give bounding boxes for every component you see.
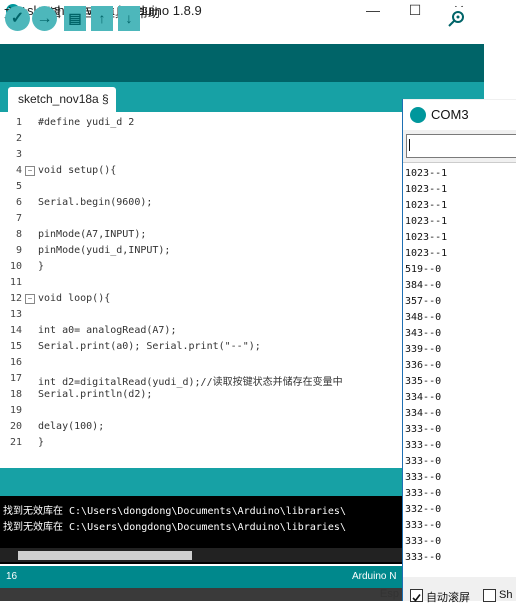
code-line: } — [38, 261, 45, 272]
serial-monitor-button[interactable] — [446, 7, 468, 29]
code-line: Serial.begin(9600); — [38, 197, 153, 208]
tab-sketch-label: sketch_nov18a § — [18, 92, 109, 106]
serial-output-line: 333--0 — [405, 536, 442, 547]
line-number: 13 — [9, 309, 22, 320]
code-line: Serial.print(a0); Serial.print("--"); — [38, 341, 261, 352]
checkmark-icon — [412, 594, 421, 602]
serial-output-line: 333--0 — [405, 520, 442, 531]
line-number: 21 — [9, 437, 22, 448]
code-line: void loop(){ — [38, 293, 111, 304]
save-button[interactable]: ↓ — [118, 6, 140, 31]
serial-monitor-title: COM3 — [431, 107, 469, 122]
line-number: 18 — [9, 389, 22, 400]
partial-label: Esp — [380, 588, 399, 600]
line-number: 9 — [15, 245, 22, 256]
serial-output-line: 1023--1 — [405, 184, 448, 195]
open-button[interactable]: ↑ — [91, 6, 113, 31]
line-number: 12 — [9, 293, 22, 304]
serial-output-line: 334--0 — [405, 392, 442, 403]
serial-output-line: 333--0 — [405, 488, 442, 499]
text-caret — [409, 139, 410, 151]
line-number: 19 — [9, 405, 22, 416]
console-line: 找到无效库在 C:\Users\dongdong\Documents\Ardui… — [3, 522, 346, 533]
serial-output-line: 1023--1 — [405, 232, 448, 243]
serial-monitor-label: 串口监视器 — [378, 14, 439, 28]
console-line: 找到无效库在 C:\Users\dongdong\Documents\Ardui… — [3, 506, 346, 517]
autoscroll-checkbox[interactable] — [410, 589, 423, 602]
line-number: 5 — [15, 181, 22, 192]
code-line: int d2=digitalRead(yudi_d);//读取按键状态并储存在变… — [38, 377, 343, 388]
serial-output-line: 1023--1 — [405, 200, 448, 211]
serial-output-line: 333--0 — [405, 424, 442, 435]
cursor-line-number: 16 — [6, 571, 18, 582]
code-line: } — [38, 437, 45, 448]
line-number: 20 — [9, 421, 22, 432]
line-number: 17 — [9, 373, 22, 384]
serial-output-line: 343--0 — [405, 328, 442, 339]
console-scrollbar-thumb[interactable] — [18, 551, 192, 560]
line-number: 15 — [9, 341, 22, 352]
code-line: pinMode(A7,INPUT); — [38, 229, 147, 240]
toolbar — [0, 44, 484, 82]
taskbar-strip — [0, 588, 404, 601]
line-number: 14 — [9, 325, 22, 336]
message-area — [0, 468, 404, 496]
show-timestamp-checkbox[interactable] — [483, 589, 496, 602]
serial-output-line: 1023--1 — [405, 216, 448, 227]
line-number: 11 — [9, 277, 22, 288]
serial-output-line: 335--0 — [405, 376, 442, 387]
code-line: Serial.println(d2); — [38, 389, 153, 400]
serial-output-line: 336--0 — [405, 360, 442, 371]
code-line: int a0= analogRead(A7); — [38, 325, 177, 336]
magnifier-icon — [448, 11, 464, 27]
serial-output-line: 333--0 — [405, 472, 442, 483]
fold-toggle-setup[interactable]: − — [25, 166, 35, 176]
new-sketch-button[interactable]: ▤ — [64, 6, 86, 31]
line-number: 3 — [15, 149, 22, 160]
upload-button[interactable]: → — [32, 6, 57, 31]
line-number: 4 — [15, 165, 22, 176]
arduino-logo-icon — [410, 107, 426, 123]
line-number: 2 — [15, 133, 22, 144]
show-timestamp-label: Sh — [499, 589, 513, 601]
code-line: void setup(){ — [38, 165, 117, 176]
serial-output-line: 333--0 — [405, 456, 442, 467]
serial-output-line: 357--0 — [405, 296, 442, 307]
line-number: 7 — [15, 213, 22, 224]
serial-output-line: 333--0 — [405, 552, 442, 563]
line-number: 10 — [9, 261, 22, 272]
autoscroll-label: 自动滚屏 — [426, 592, 470, 604]
serial-output-line: 384--0 — [405, 280, 442, 291]
serial-output-line: 348--0 — [405, 312, 442, 323]
line-number: 16 — [9, 357, 22, 368]
line-number: 1 — [15, 117, 22, 128]
verify-button[interactable]: ✓ — [5, 6, 30, 31]
serial-send-input[interactable] — [406, 134, 516, 158]
fold-toggle-loop[interactable]: − — [25, 294, 35, 304]
board-name: Arduino N — [352, 571, 397, 582]
serial-output-line: 1023--1 — [405, 168, 448, 179]
serial-output-line: 1023--1 — [405, 248, 448, 259]
serial-output-line: 334--0 — [405, 408, 442, 419]
line-number: 6 — [15, 197, 22, 208]
code-line: pinMode(yudi_d,INPUT); — [38, 245, 171, 256]
serial-output-line: 339--0 — [405, 344, 442, 355]
serial-output-line: 519--0 — [405, 264, 442, 275]
serial-output-line: 333--0 — [405, 440, 442, 451]
status-bar — [0, 566, 404, 588]
line-number: 8 — [15, 229, 22, 240]
serial-output-line: 332--0 — [405, 504, 442, 515]
code-line: #define yudi_d 2 — [38, 117, 135, 128]
code-line: delay(100); — [38, 421, 105, 432]
